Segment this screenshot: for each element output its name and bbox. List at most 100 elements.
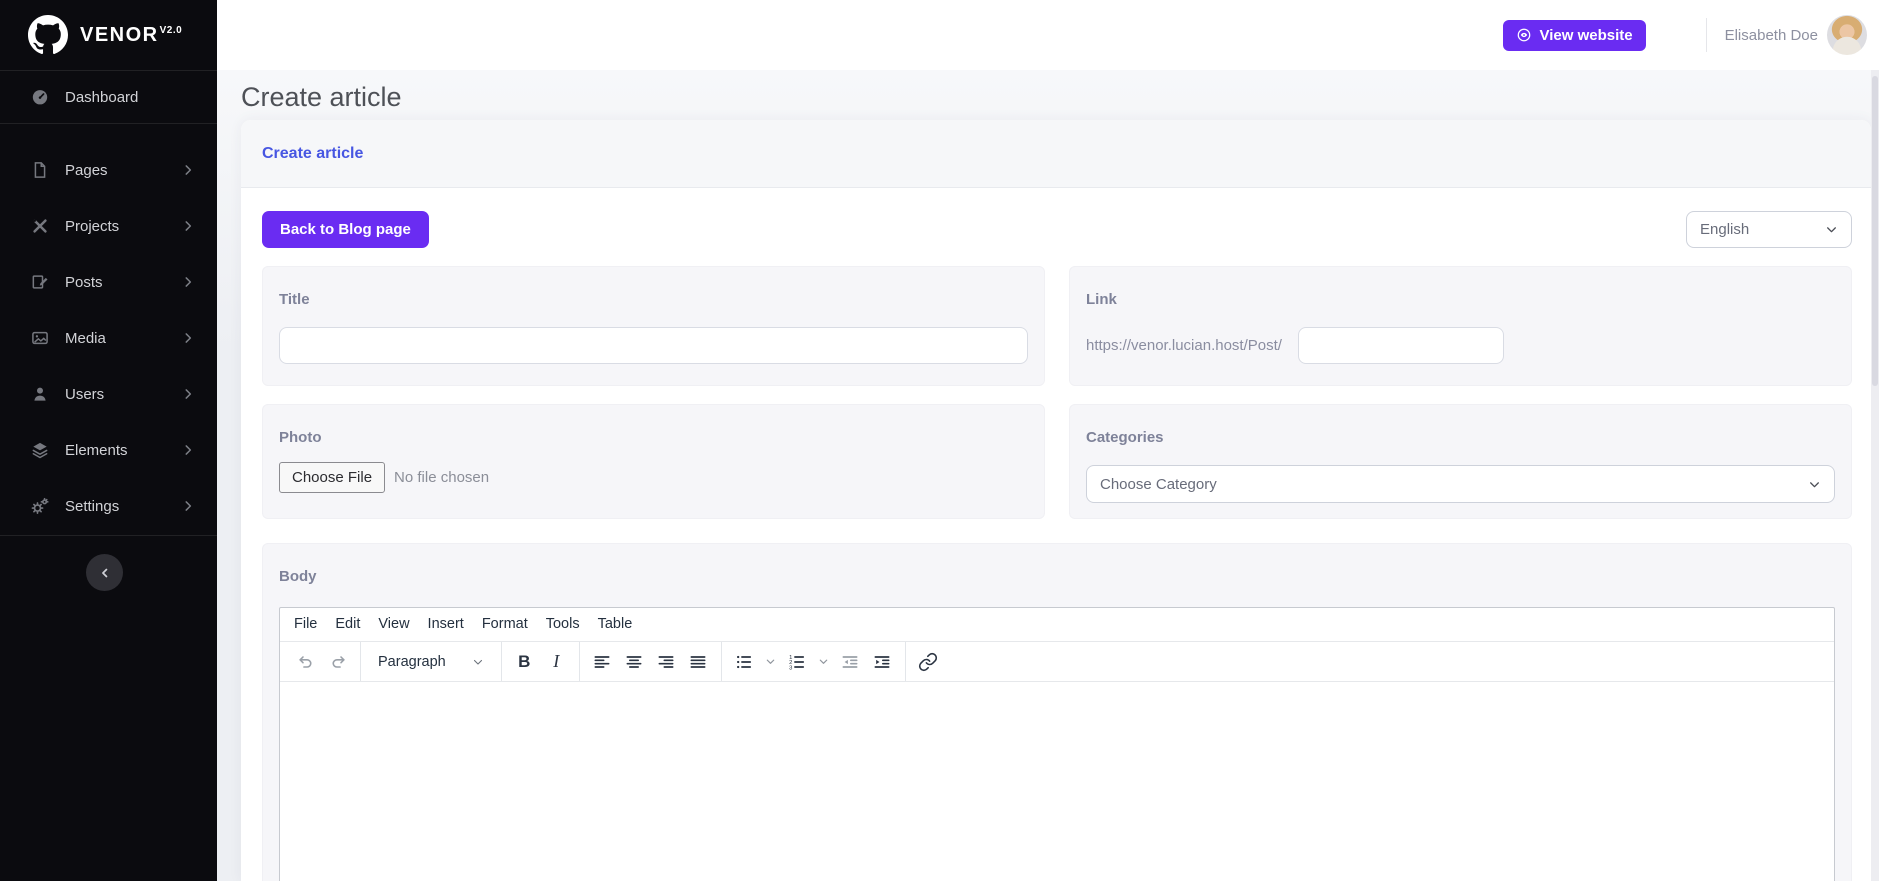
sidebar-item-label: Pages xyxy=(65,161,108,179)
user-name: Elisabeth Doe xyxy=(1724,26,1818,44)
menu-table[interactable]: Table xyxy=(589,608,642,641)
chevron-left-icon xyxy=(98,566,112,580)
sidebar-group: Pages Projects Posts Media Users Element… xyxy=(0,124,217,534)
outdent-icon[interactable] xyxy=(837,648,864,675)
card-header-title: Create article xyxy=(262,144,364,162)
chevron-right-icon xyxy=(181,163,195,177)
chevron-right-icon xyxy=(181,443,195,457)
bullet-list-icon[interactable] xyxy=(731,648,758,675)
sidebar-item-media[interactable]: Media xyxy=(0,310,217,366)
main-column: View website Elisabeth Doe Create articl… xyxy=(217,0,1879,881)
card-header: Create article xyxy=(241,120,1871,188)
align-justify-icon[interactable] xyxy=(685,648,712,675)
chevron-right-icon xyxy=(181,219,195,233)
menu-format[interactable]: Format xyxy=(473,608,537,641)
sidebar-item-label: Users xyxy=(65,385,105,403)
category-selected-value: Choose Category xyxy=(1100,475,1217,493)
page-title: Create article xyxy=(241,82,402,112)
user-avatar[interactable] xyxy=(1827,15,1867,55)
link-group xyxy=(904,642,951,681)
brand-home-link[interactable]: VENORV2.0 xyxy=(0,0,217,71)
align-center-icon[interactable] xyxy=(621,648,648,675)
sidebar-item-label: Settings xyxy=(65,497,120,515)
sidebar-nav: Dashboard Pages Projects Posts Media Use… xyxy=(0,71,217,534)
editor-content-area[interactable] xyxy=(280,682,1834,881)
sidebar-divider xyxy=(0,535,217,536)
sidebar: VENORV2.0 Dashboard Pages Projects Posts… xyxy=(0,0,217,881)
link-base-url: https://venor.lucian.host/Post/ xyxy=(1086,337,1282,354)
view-website-button[interactable]: View website xyxy=(1503,19,1646,51)
sidebar-item-settings[interactable]: Settings xyxy=(0,478,217,534)
photo-label: Photo xyxy=(279,429,322,446)
language-select[interactable]: English xyxy=(1686,211,1852,248)
sidebar-item-pages[interactable]: Pages xyxy=(0,142,217,198)
topbar: View website Elisabeth Doe xyxy=(217,0,1879,70)
topbar-divider xyxy=(1705,18,1707,52)
card-body: Back to Blog page English Title Link htt… xyxy=(241,188,1871,881)
view-website-label: View website xyxy=(1539,26,1633,44)
menu-insert[interactable]: Insert xyxy=(419,608,473,641)
body-panel: Body File Edit View Insert Format Tools … xyxy=(262,543,1852,881)
actions-row: Back to Blog page English xyxy=(262,211,1852,248)
dashboard-gauge-icon xyxy=(30,87,50,107)
content-area: Create article Create article Back to Bl… xyxy=(217,70,1879,881)
menu-tools[interactable]: Tools xyxy=(537,608,589,641)
app-root: VENORV2.0 Dashboard Pages Projects Posts… xyxy=(0,0,1879,881)
sidebar-collapse-button[interactable] xyxy=(86,554,123,591)
list-indent-group: 123 xyxy=(720,642,905,681)
photo-panel: Photo Choose File No file chosen xyxy=(262,404,1045,519)
sidebar-item-label: Media xyxy=(65,329,106,347)
bold-icon[interactable]: B xyxy=(511,648,538,675)
sidebar-item-projects[interactable]: Projects xyxy=(0,198,217,254)
link-slug-input[interactable] xyxy=(1297,327,1504,364)
eye-preview-icon xyxy=(1516,27,1532,43)
numbered-list-chevron-icon[interactable] xyxy=(816,648,832,675)
chevron-down-icon xyxy=(1825,223,1838,236)
numbered-list-icon[interactable]: 123 xyxy=(784,648,811,675)
page-scrollbar[interactable] xyxy=(1871,70,1879,881)
sidebar-item-dashboard[interactable]: Dashboard xyxy=(0,71,217,123)
github-octocat-logo-icon xyxy=(28,15,68,55)
align-right-icon[interactable] xyxy=(653,648,680,675)
history-group xyxy=(280,642,360,681)
title-panel: Title xyxy=(262,266,1045,386)
chevron-right-icon xyxy=(181,275,195,289)
redo-icon[interactable] xyxy=(324,648,351,675)
insert-link-icon[interactable] xyxy=(915,648,942,675)
category-select[interactable]: Choose Category xyxy=(1086,465,1835,503)
menu-file[interactable]: File xyxy=(285,608,326,641)
undo-icon[interactable] xyxy=(292,648,319,675)
menu-view[interactable]: View xyxy=(369,608,418,641)
page-scrollbar-thumb[interactable] xyxy=(1872,76,1878,386)
sidebar-item-label: Projects xyxy=(65,217,120,235)
italic-icon[interactable]: I xyxy=(543,648,570,675)
sidebar-item-users[interactable]: Users xyxy=(0,366,217,422)
paragraph-format-select[interactable]: Paragraph xyxy=(370,648,492,675)
bullet-list-chevron-icon[interactable] xyxy=(763,648,779,675)
chevron-right-icon xyxy=(181,387,195,401)
link-label: Link xyxy=(1086,291,1117,308)
layers-icon xyxy=(30,440,50,460)
choose-file-button[interactable]: Choose File xyxy=(279,462,386,493)
back-to-blog-button[interactable]: Back to Blog page xyxy=(262,211,429,248)
sidebar-item-elements[interactable]: Elements xyxy=(0,422,217,478)
title-label: Title xyxy=(279,291,310,308)
editor-toolbar: Paragraph B I 1 2 3 xyxy=(280,641,1834,682)
editor-menubar: File Edit View Insert Format Tools Table xyxy=(280,608,1834,641)
svg-text:3: 3 xyxy=(789,665,792,671)
align-left-icon[interactable] xyxy=(589,648,616,675)
format-group: Paragraph xyxy=(360,642,501,681)
menu-edit[interactable]: Edit xyxy=(326,608,369,641)
image-icon xyxy=(30,328,50,348)
tools-icon xyxy=(30,216,50,236)
sidebar-item-posts[interactable]: Posts xyxy=(0,254,217,310)
chevron-right-icon xyxy=(181,499,195,513)
brand-version: V2.0 xyxy=(159,24,183,36)
font-style-group: B I xyxy=(500,642,579,681)
chevron-down-icon xyxy=(1808,478,1821,491)
title-input[interactable] xyxy=(279,327,1028,364)
chevron-down-icon xyxy=(472,656,484,668)
indent-icon[interactable] xyxy=(869,648,896,675)
sidebar-item-label: Posts xyxy=(65,273,103,291)
form-row-2: Photo Choose File No file chosen Categor… xyxy=(262,404,1852,519)
